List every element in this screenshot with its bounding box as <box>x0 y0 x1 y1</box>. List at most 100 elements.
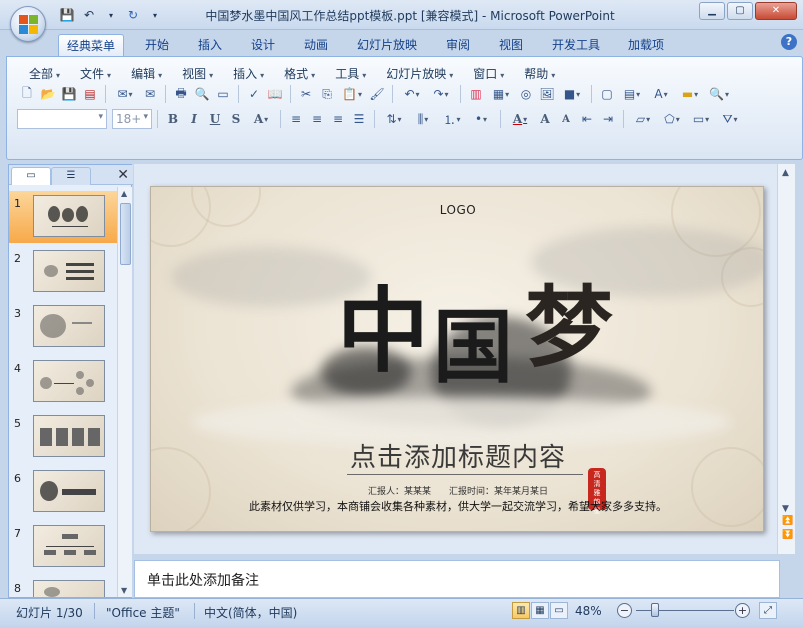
zoom-slider-knob[interactable] <box>651 603 659 617</box>
tab-classic-menu[interactable]: 经典菜单 <box>58 34 125 56</box>
cut-icon[interactable]: ✂ <box>296 84 316 104</box>
scroll-up-icon[interactable]: ▲ <box>121 189 127 198</box>
new-file-icon[interactable]: 🗋 <box>17 84 37 104</box>
undo-icon[interactable]: ↶ <box>398 84 426 104</box>
slide-thumbnail-8[interactable]: 8 <box>9 576 117 597</box>
slide-thumbnail-4[interactable]: 4 <box>9 356 117 408</box>
menu-help[interactable]: 帮助 ▾ <box>514 65 565 82</box>
fit-to-window-button[interactable]: ⤢ <box>759 602 777 619</box>
bold-button[interactable]: B <box>163 109 183 129</box>
maximize-button[interactable]: ▢ <box>727 2 753 20</box>
spelling-icon[interactable]: ✓ <box>244 84 264 104</box>
slide-scrollbar[interactable]: ▲ ▼ ⏫ ⏬ <box>777 164 795 554</box>
insert-chart-icon[interactable]: ▥ <box>466 84 486 104</box>
language-indicator[interactable]: 中文(简体，中国) <box>204 604 297 621</box>
normal-view-button[interactable]: ▥ <box>512 602 530 619</box>
tab-slideshow[interactable]: 幻灯片放映 <box>349 34 425 56</box>
italic-button[interactable]: I <box>184 109 204 129</box>
print-icon[interactable]: 🖶 <box>171 84 191 104</box>
menu-insert[interactable]: 插入 ▾ <box>223 65 274 82</box>
menu-window[interactable]: 窗口 ▾ <box>463 65 514 82</box>
scroll-down-icon[interactable]: ▼ <box>121 586 127 595</box>
menu-slideshow[interactable]: 幻灯片放映 ▾ <box>376 65 463 82</box>
shapes-icon[interactable]: ⬠ <box>658 109 686 129</box>
save-icon[interactable]: 💾 <box>58 7 76 23</box>
clip-art-icon[interactable]: ◎ <box>516 84 536 104</box>
save-as-pdf-icon[interactable]: ▤ <box>80 84 100 104</box>
slide-sorter-view-button[interactable]: ▦ <box>531 602 549 619</box>
tab-insert[interactable]: 插入 <box>190 34 230 56</box>
slide-thumbnail-1[interactable]: 1 <box>9 191 117 243</box>
research-icon[interactable]: 📖 <box>265 84 285 104</box>
menu-edit[interactable]: 编辑 ▾ <box>121 65 172 82</box>
close-pane-icon[interactable]: ✕ <box>117 167 129 183</box>
previous-slide-icon[interactable]: ⏫ <box>782 516 793 526</box>
underline-button[interactable]: U <box>205 109 225 129</box>
tab-slides-thumbnails[interactable]: ▭ <box>11 167 51 185</box>
help-icon[interactable]: ? <box>781 34 797 50</box>
slide-notice[interactable]: 此素材仅供学习，本商铺会收集各种素材，供大学一起交流学习，希望大家多多支持。 <box>151 498 763 514</box>
scroll-down-icon[interactable]: ▼ <box>782 504 789 514</box>
decrease-indent-icon[interactable]: ⇤ <box>577 109 597 129</box>
print-preview-icon[interactable]: 🔍 <box>192 84 212 104</box>
undo-icon[interactable]: ↶ <box>80 7 98 23</box>
tab-addins[interactable]: 加载项 <box>620 34 672 56</box>
open-folder-icon[interactable]: 📂 <box>38 84 58 104</box>
tab-developer[interactable]: 开发工具 <box>544 34 608 56</box>
notes-pane[interactable]: 单击此处添加备注 <box>134 560 780 598</box>
justify-icon[interactable]: ☰ <box>349 109 369 129</box>
undo-dropdown-icon[interactable]: ▾ <box>102 7 120 23</box>
numbering-icon[interactable]: ⒈ <box>438 109 466 129</box>
tab-review[interactable]: 审阅 <box>438 34 478 56</box>
align-left-icon[interactable]: ≡ <box>286 109 306 129</box>
tab-view[interactable]: 视图 <box>491 34 531 56</box>
tab-design[interactable]: 设计 <box>243 34 283 56</box>
align-center-icon[interactable]: ≡ <box>307 109 327 129</box>
font-size-combo[interactable]: 18+ <box>112 109 152 129</box>
insert-table-icon[interactable]: ▦ <box>487 84 515 104</box>
menu-format[interactable]: 格式 ▾ <box>274 65 325 82</box>
columns-icon[interactable]: ⫼ <box>409 109 437 129</box>
office-button[interactable] <box>10 6 46 42</box>
shrink-font-icon[interactable]: A <box>556 109 576 129</box>
tab-outline[interactable]: ☰ <box>51 167 91 185</box>
insert-picture-icon[interactable]: 🖼 <box>537 84 557 104</box>
slideshow-view-button[interactable]: ▭ <box>550 602 568 619</box>
reporter-info[interactable]: 汇报人：某某某 汇报时间：某年某月某日 <box>151 484 763 497</box>
save-icon[interactable]: 💾 <box>59 84 79 104</box>
scroll-thumb[interactable] <box>120 203 131 265</box>
zoom-in-button[interactable]: + <box>735 603 750 618</box>
arrange-icon[interactable]: ▭ <box>687 109 715 129</box>
menu-view[interactable]: 视图 ▾ <box>172 65 223 82</box>
permission-icon[interactable]: ✉ <box>111 84 139 104</box>
email-icon[interactable]: ✉ <box>140 84 160 104</box>
minimize-button[interactable]: ▁ <box>699 2 725 20</box>
scroll-up-icon[interactable]: ▲ <box>782 168 789 178</box>
tab-home[interactable]: 开始 <box>137 34 177 56</box>
paste-icon[interactable]: 📋 <box>338 84 366 104</box>
next-slide-icon[interactable]: ⏬ <box>782 530 793 540</box>
slide-thumbnail-7[interactable]: 7 <box>9 521 117 573</box>
zoom-level[interactable]: 48% <box>575 604 602 618</box>
slide-layout-icon[interactable]: ▤ <box>618 84 646 104</box>
redo-icon[interactable]: ↻ <box>124 7 142 23</box>
slide-design-icon[interactable]: ▱ <box>629 109 657 129</box>
page-setup-icon[interactable]: ▭ <box>213 84 233 104</box>
font-name-combo[interactable] <box>17 109 107 129</box>
increase-indent-icon[interactable]: ⇥ <box>598 109 618 129</box>
text-direction-icon[interactable]: ⇅ <box>380 109 408 129</box>
menu-tools[interactable]: 工具 ▾ <box>325 65 376 82</box>
bullets-icon[interactable]: • <box>467 109 495 129</box>
color-grayscale-icon[interactable]: ■ <box>558 84 586 104</box>
zoom-icon[interactable]: 🔍 <box>705 84 733 104</box>
text-box-icon[interactable]: A <box>647 84 675 104</box>
tab-animation[interactable]: 动画 <box>296 34 336 56</box>
menu-file[interactable]: 文件 ▾ <box>70 65 121 82</box>
close-button[interactable]: ✕ <box>755 2 797 20</box>
redo-icon[interactable]: ↷ <box>427 84 455 104</box>
slide-subtitle[interactable]: 点击添加标题内容 <box>151 437 763 474</box>
shape-fill-icon[interactable]: ⛛ <box>716 109 744 129</box>
current-slide[interactable]: LOGO 中 国 梦 点击添加标题内容 汇报人：某某某 汇报时间：某年某月某日 … <box>150 186 764 532</box>
slide-thumbnail-2[interactable]: 2 <box>9 246 117 298</box>
new-slide-icon[interactable]: ▢ <box>597 84 617 104</box>
